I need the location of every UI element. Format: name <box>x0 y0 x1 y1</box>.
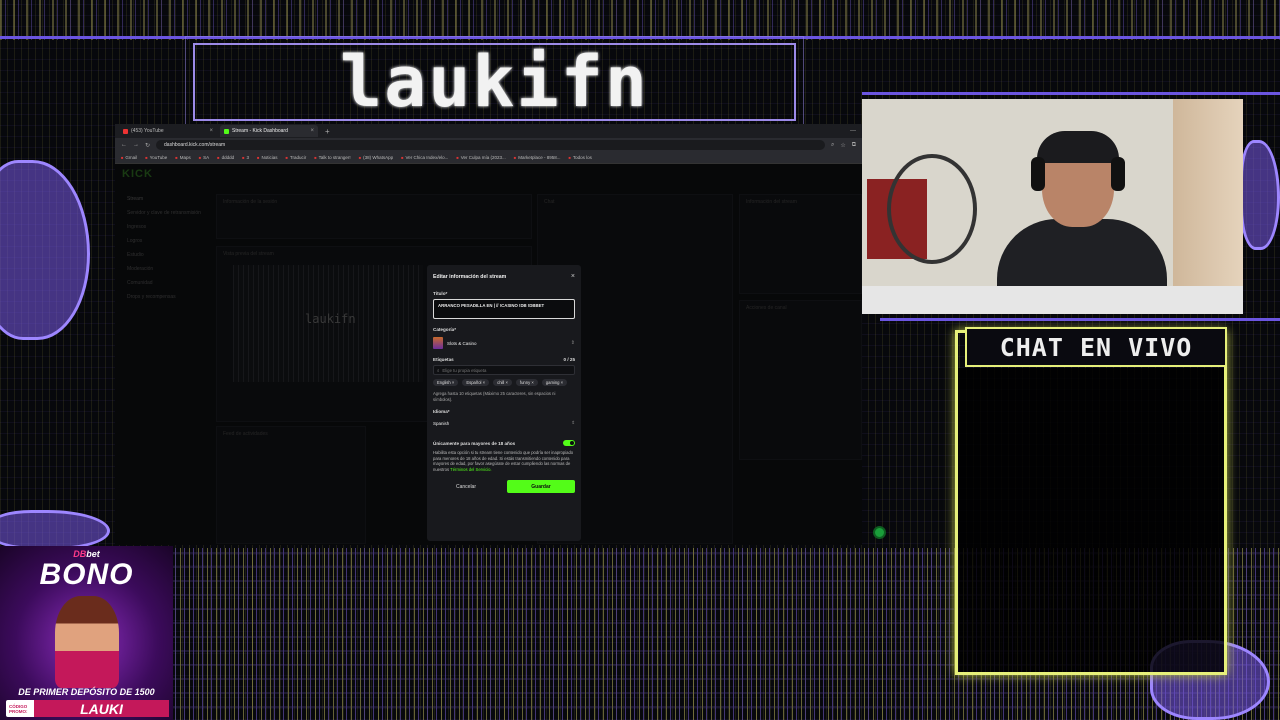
bookmark-item[interactable]: Ver Chica Index/elo... <box>401 155 449 160</box>
language-label: Idioma* <box>433 409 575 414</box>
tag-chip[interactable]: chill × <box>493 379 512 386</box>
overlay-top-pattern <box>0 0 1280 40</box>
language-value: Spanish <box>433 420 450 426</box>
tags-label: Etiquetas 0 / 25 <box>433 357 575 362</box>
kick-icon <box>224 128 229 134</box>
youtube-icon <box>123 128 128 134</box>
tag-chip[interactable]: English × <box>433 379 459 386</box>
modal-title: Editar información del stream <box>433 273 507 280</box>
search-icon: ⌕ <box>437 367 440 373</box>
new-tab-button[interactable]: + <box>321 127 334 136</box>
bookmark-item[interactable]: Talk to stranger! <box>314 155 351 160</box>
adult-content-row: Únicamente para mayores de 18 años <box>433 440 575 446</box>
promo-headline: BONO <box>39 558 134 591</box>
close-icon[interactable]: × <box>571 273 575 280</box>
overlay-purple-line <box>880 318 1280 321</box>
address-bar: ← → ↻ dashboard.kick.com/stream ⌕ ☆ ⧉ <box>115 138 862 152</box>
brand-title: laukifn <box>339 41 649 123</box>
tab-label: (453) YouTube <box>131 128 164 134</box>
tab-bar: (453) YouTube × Stream - Kick Dashboard … <box>115 124 862 138</box>
forward-icon[interactable]: → <box>133 142 139 148</box>
label-text: Título* <box>433 291 448 296</box>
overlay-purple-line <box>862 92 1280 95</box>
headset-icon <box>1031 157 1045 191</box>
modal-header: Editar información del stream × <box>433 273 575 280</box>
promo-model-image <box>55 596 119 688</box>
label-text: Categoría* <box>433 327 456 332</box>
overlay-purple-blob <box>1240 140 1280 250</box>
tag-chip[interactable]: funny × <box>515 379 538 386</box>
bookmark-item[interactable]: Ver Culpa mía (2023... <box>456 155 506 160</box>
adult-toggle[interactable] <box>563 440 575 446</box>
title-label: Título* <box>433 291 575 296</box>
window-controls[interactable]: — <box>850 128 862 134</box>
category-value: Slots & Casino <box>447 340 477 346</box>
webcam-bike <box>887 154 977 264</box>
promo-code-value: LAUKI <box>34 700 169 717</box>
bookmark-item[interactable]: ddddd <box>217 155 235 160</box>
back-icon[interactable]: ← <box>121 142 127 148</box>
url-text: dashboard.kick.com/stream <box>164 142 226 148</box>
chevron-updown-icon: ⇕ <box>570 340 575 346</box>
chat-overlay-title: CHAT EN VIVO <box>965 327 1227 367</box>
promo-code-box: CÓDIGO PROMO: LAUKI <box>6 700 169 717</box>
tags-placeholder: Elige tu propia etiqueta <box>442 367 487 373</box>
streamer-cap <box>1037 131 1119 163</box>
tag-chip[interactable]: Español × <box>462 379 490 386</box>
bookmark-item[interactable]: 3 <box>242 155 250 160</box>
tags-search-input[interactable]: ⌕ Elige tu propia etiqueta <box>433 365 575 375</box>
bookmark-item[interactable]: Traducir <box>285 155 306 160</box>
close-tab-icon[interactable]: × <box>209 128 213 134</box>
bookmark-item[interactable]: Noticias <box>257 155 277 160</box>
terms-link[interactable]: Términos del Servicio. <box>450 467 491 472</box>
bookmark-item[interactable]: (38) WhatsApp <box>359 155 393 160</box>
label-text: Etiquetas <box>433 357 454 362</box>
label-text: Idioma* <box>433 409 450 414</box>
promo-deposit-text: DE PRIMER DEPÓSITO DE 1500 <box>18 687 155 697</box>
bookmark-item[interactable]: Gmail <box>121 155 137 160</box>
modal-actions: Cancelar Guardar <box>433 480 575 494</box>
tab-youtube[interactable]: (453) YouTube × <box>119 125 217 137</box>
stream-title-input[interactable]: ARRANCO PESADILLA EN | // !CASINO !DB !D… <box>433 299 575 319</box>
cancel-button[interactable]: Cancelar <box>433 480 499 493</box>
tab-label: Stream - Kick Dashboard <box>232 128 288 134</box>
chat-overlay-area <box>958 368 1224 672</box>
category-select[interactable]: Slots & Casino ⇕ <box>433 335 575 351</box>
tags-help-text: Agrega hasta 10 etiquetas (Máximo 25 car… <box>433 391 556 402</box>
save-button[interactable]: Guardar <box>507 480 575 494</box>
overlay-purple-blob <box>0 510 110 550</box>
extensions-icon[interactable]: ⧉ <box>852 142 856 149</box>
bookmark-star-icon[interactable]: ☆ <box>840 142 845 149</box>
chevron-updown-icon: ⇕ <box>571 420 575 425</box>
edit-stream-modal: Editar información del stream × Título* … <box>427 265 581 541</box>
promo-code-label: CÓDIGO PROMO: <box>9 703 28 714</box>
tag-list: English × Español × chill × funny × gami… <box>433 379 575 386</box>
kick-dashboard: KICK Stream Servidor y clave de retransm… <box>115 164 862 545</box>
webcam-desk <box>862 286 1243 314</box>
tag-chip[interactable]: gaming × <box>541 379 568 386</box>
tab-kick-dashboard[interactable]: Stream - Kick Dashboard × <box>220 125 318 137</box>
webcam-door <box>1173 99 1243 314</box>
bookmark-item[interactable]: Marketplace - 8958... <box>514 155 560 160</box>
close-tab-icon[interactable]: × <box>310 128 314 134</box>
category-label: Categoría* <box>433 327 575 332</box>
bookmark-item[interactable]: YouTube <box>145 155 168 160</box>
webcam-feed <box>862 99 1243 314</box>
zoom-icon[interactable]: ⌕ <box>831 142 834 149</box>
adult-label: Únicamente para mayores de 18 años <box>433 440 516 446</box>
language-select[interactable]: Spanish ⇕ <box>433 417 575 429</box>
reload-icon[interactable]: ↻ <box>145 142 150 149</box>
bookmark-item[interactable]: SA <box>199 155 209 160</box>
adult-description: Habilita esta opción si tu stream tiene … <box>433 450 575 472</box>
browser-window: (453) YouTube × Stream - Kick Dashboard … <box>115 124 862 545</box>
category-thumbnail <box>433 337 443 349</box>
bookmark-item[interactable]: Maps <box>175 155 191 160</box>
promo-banner: DBbet BONO DE PRIMER DEPÓSITO DE 1500 CÓ… <box>0 546 173 720</box>
all-bookmarks[interactable]: Todos los <box>568 155 592 160</box>
tags-count: 0 / 25 <box>563 357 576 362</box>
url-field[interactable]: dashboard.kick.com/stream <box>156 140 825 150</box>
bookmarks-bar: Gmail YouTube Maps SA ddddd 3 Noticias T… <box>115 152 862 164</box>
chat-bubble-icon[interactable] <box>873 526 886 539</box>
headset-icon <box>1111 157 1125 191</box>
